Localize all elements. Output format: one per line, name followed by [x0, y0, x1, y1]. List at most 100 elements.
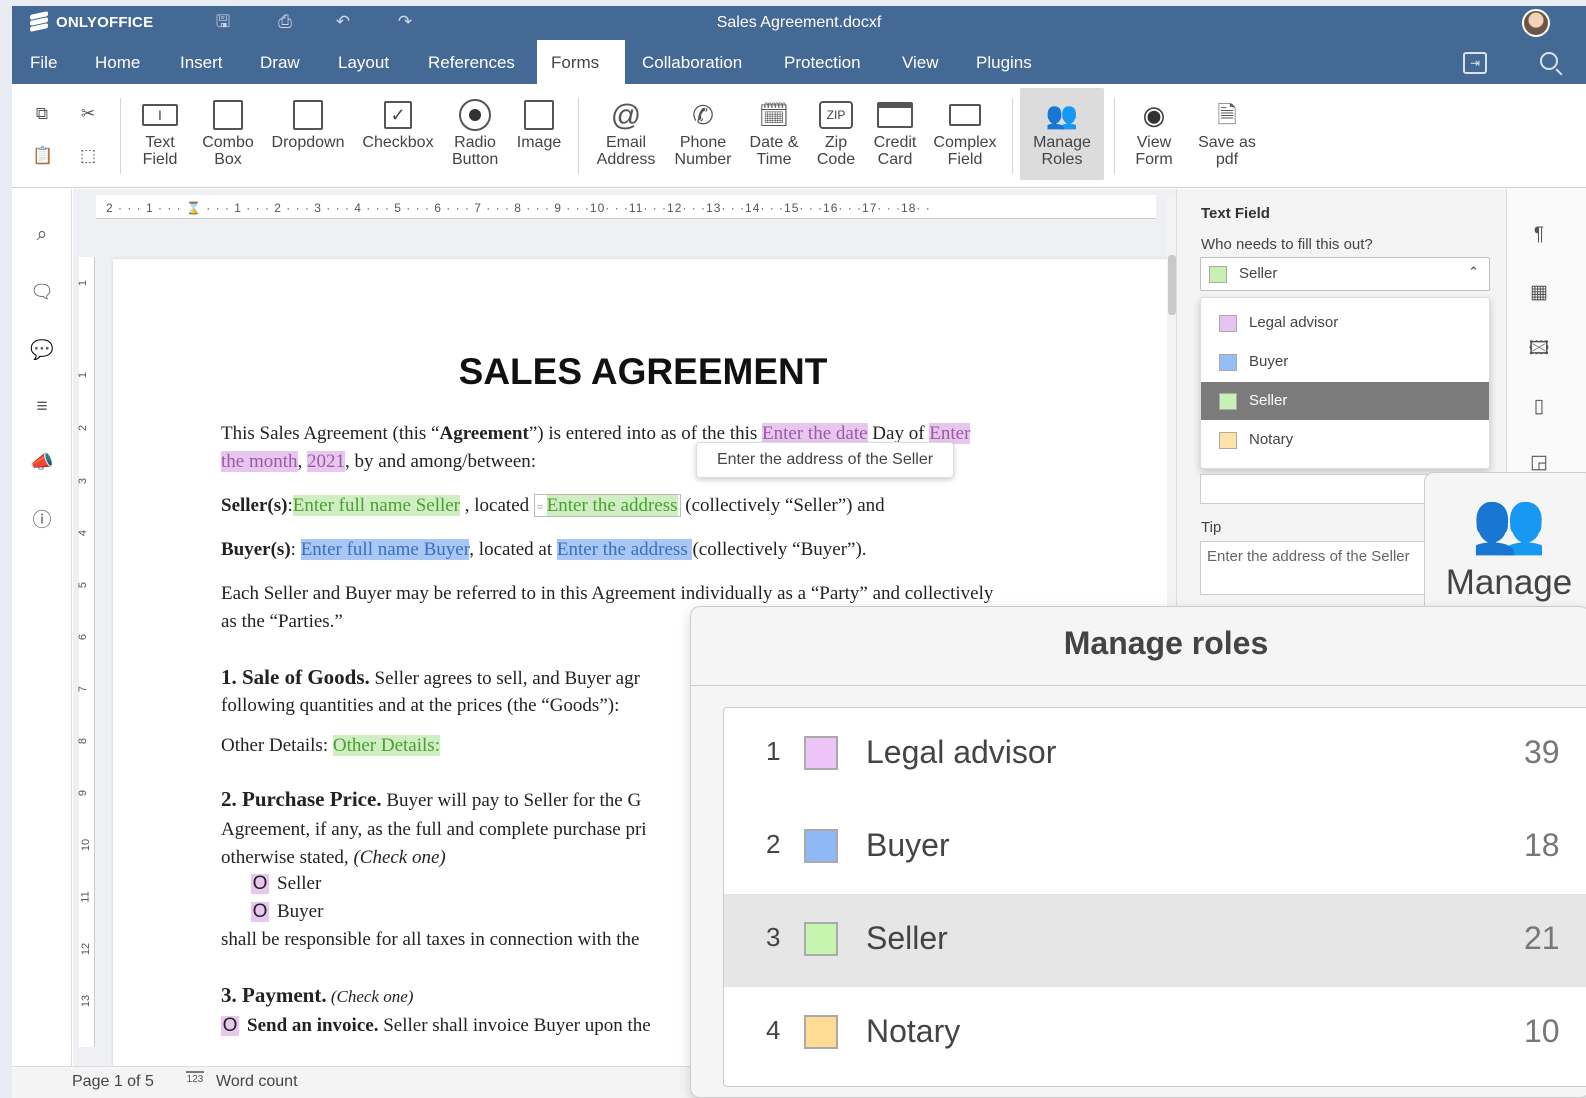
role-select[interactable]: Seller ⌃: [1200, 257, 1490, 291]
navigation-icon[interactable]: ≡: [30, 395, 54, 419]
role-color-swatch: [804, 736, 838, 770]
image-settings-icon[interactable]: 🖾: [1527, 337, 1551, 361]
ruler-number: 4: [77, 529, 90, 537]
manage-roles-button[interactable]: 👥 Manage Roles: [1020, 88, 1104, 180]
section-2-line2: Agreement, if any, as the full and compl…: [221, 819, 647, 840]
ruler-number: 6: [77, 633, 90, 641]
credit-card-button[interactable]: Credit Card: [870, 98, 920, 168]
other-details-field[interactable]: Other Details:: [332, 735, 440, 756]
radio-button-icon: [459, 99, 491, 131]
radio-option-buyer[interactable]: O Buyer: [251, 901, 323, 923]
role-option-legal-advisor[interactable]: Legal advisor: [1201, 304, 1489, 342]
radio-button-label: Radio Button: [452, 134, 499, 168]
ribbon-divider: [1114, 98, 1115, 174]
ruler-number: 13: [80, 994, 93, 1008]
tab-home[interactable]: Home: [81, 40, 154, 84]
search-icon[interactable]: [1540, 52, 1558, 70]
zip-code-label: Zip Code: [816, 134, 856, 168]
buyer-address-field[interactable]: Enter the address: [556, 539, 693, 560]
checkbox-button[interactable]: ✓ Checkbox: [360, 98, 436, 151]
role-row-notary[interactable]: 4 Notary 10: [724, 987, 1586, 1080]
role-option-seller[interactable]: Seller: [1201, 382, 1489, 420]
search-icon[interactable]: ⌕: [30, 223, 54, 247]
paste-icon[interactable]: 📋: [32, 146, 53, 166]
role-row-seller[interactable]: 3 Seller 21: [724, 894, 1586, 987]
checkbox-icon: ✓: [384, 101, 412, 129]
invoice-line[interactable]: O Send an invoice. Seller shall invoice B…: [221, 1015, 651, 1037]
image-button[interactable]: Image: [514, 98, 564, 151]
about-icon[interactable]: ⓘ: [30, 509, 54, 533]
text-field-label: Text Field: [142, 134, 178, 168]
save-as-pdf-button[interactable]: 🗎 Save as pdf: [1196, 98, 1258, 168]
text-field-button[interactable]: I Text Field: [134, 98, 186, 168]
radio-option-seller[interactable]: O Seller: [251, 873, 321, 895]
open-file-location-icon[interactable]: ⇥: [1463, 52, 1487, 74]
manage-roles-dialog: Manage roles 1 Legal advisor 39 2 Buyer 18 3…: [690, 606, 1586, 1098]
manage-roles-icon: 👥: [1471, 489, 1547, 556]
tab-draw[interactable]: Draw: [246, 40, 314, 84]
combo-box-button[interactable]: Combo Box: [198, 98, 258, 168]
tab-plugins[interactable]: Plugins: [962, 40, 1046, 84]
role-color-swatch: [804, 829, 838, 863]
zip-icon: ZIP: [819, 101, 853, 129]
tab-references[interactable]: References: [414, 40, 529, 84]
word-count-button[interactable]: Word count: [216, 1073, 298, 1091]
radio-button-button[interactable]: Radio Button: [452, 98, 498, 168]
select-all-icon[interactable]: ⬚: [78, 146, 98, 166]
text-field-icon: I: [142, 104, 178, 126]
horizontal-ruler[interactable]: 2 · · · 1 · · · ⌛ · · · 1 · · · 2 · · · …: [96, 195, 1156, 219]
date-time-button[interactable]: 🗓 Date & Time: [746, 98, 802, 168]
comments-icon[interactable]: 🗨: [30, 281, 54, 305]
role-row-legal-advisor[interactable]: 1 Legal advisor 39: [724, 708, 1586, 801]
complex-field-button[interactable]: Complex Field: [930, 98, 1000, 168]
parties-line2: as the “Parties.”: [221, 611, 343, 632]
copy-icon[interactable]: ⧉: [32, 104, 52, 124]
combo-box-icon: [213, 100, 243, 130]
other-details-line: Other Details: Other Details:: [221, 735, 440, 756]
manage-roles-callout-label-1: Manage: [1445, 563, 1573, 602]
chat-icon[interactable]: 💬: [30, 339, 54, 363]
email-address-button[interactable]: @ Email Address: [596, 98, 656, 168]
vertical-ruler[interactable]: 1 1 2 3 4 5 6 7 8 9 10 11 12 13: [77, 257, 95, 1047]
dropdown-icon: [293, 100, 323, 130]
scrollbar-thumb[interactable]: [1168, 255, 1176, 315]
section-1-line2: following quantities and at the prices (…: [221, 695, 620, 716]
tab-forms[interactable]: Forms: [537, 40, 625, 84]
ribbon-divider: [120, 98, 121, 174]
year-field[interactable]: 2021: [307, 451, 346, 472]
seller-name-field[interactable]: Enter full name Seller: [292, 495, 461, 516]
role-label: Who needs to fill this out?: [1201, 236, 1373, 253]
table-settings-icon[interactable]: ▦: [1527, 281, 1551, 305]
tab-layout[interactable]: Layout: [324, 40, 403, 84]
tab-protection[interactable]: Protection: [770, 40, 875, 84]
buyer-name-field[interactable]: Enter full name Buyer: [300, 539, 470, 560]
radio-icon: O: [221, 1015, 239, 1036]
role-color-swatch: [1219, 315, 1237, 332]
tab-view[interactable]: View: [888, 40, 953, 84]
section-2-line3: otherwise stated, (Check one): [221, 847, 446, 868]
parties-line1: Each Seller and Buyer may be referred to…: [221, 583, 994, 604]
role-option-buyer[interactable]: Buyer: [1201, 343, 1489, 381]
seller-address-field[interactable]: ≡ Enter the address: [533, 494, 681, 517]
date-field[interactable]: Enter the date: [762, 423, 868, 444]
feedback-icon[interactable]: 📣: [30, 451, 54, 475]
view-form-button[interactable]: ◉ View Form: [1124, 98, 1184, 169]
month-field[interactable]: Enter: [929, 423, 971, 444]
section-2: 2. Purchase Price. Buyer will pay to Sel…: [221, 787, 642, 811]
tab-collaboration[interactable]: Collaboration: [628, 40, 756, 84]
cut-icon[interactable]: ✂: [78, 104, 98, 124]
role-row-buyer[interactable]: 2 Buyer 18: [724, 801, 1586, 894]
dropdown-button[interactable]: Dropdown: [270, 98, 346, 151]
zip-code-button[interactable]: ZIP Zip Code: [814, 98, 858, 168]
section-1: 1. Sale of Goods. Seller agrees to sell,…: [221, 665, 640, 689]
tab-file[interactable]: File: [16, 40, 71, 84]
paragraph-settings-icon[interactable]: ¶: [1527, 223, 1551, 247]
header-footer-icon[interactable]: ▯: [1527, 395, 1551, 419]
month-field[interactable]: the month: [221, 451, 298, 472]
document-title: Sales Agreement.docxf: [716, 14, 882, 31]
user-avatar[interactable]: [1522, 9, 1550, 37]
phone-number-button[interactable]: ✆ Phone Number: [670, 98, 736, 169]
role-option-notary[interactable]: Notary: [1201, 421, 1489, 459]
page-indicator[interactable]: Page 1 of 5: [72, 1073, 154, 1091]
tab-insert[interactable]: Insert: [166, 40, 237, 84]
